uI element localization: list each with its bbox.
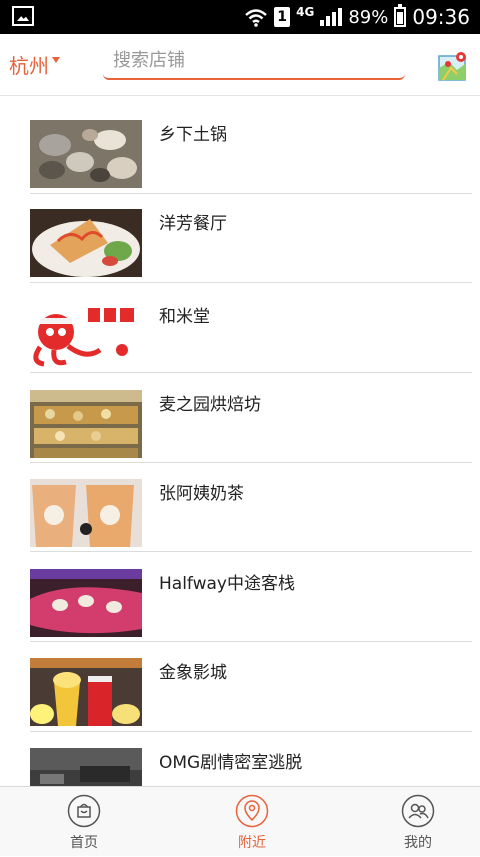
store-thumbnail bbox=[30, 658, 142, 726]
dropdown-arrow-icon[interactable] bbox=[52, 57, 60, 63]
store-name: 乡下土锅 bbox=[159, 125, 227, 145]
battery-icon bbox=[394, 4, 407, 27]
search-input[interactable] bbox=[103, 48, 413, 73]
wifi-icon bbox=[245, 9, 267, 27]
city-selector[interactable]: 杭州 bbox=[9, 50, 49, 79]
store-thumbnail bbox=[30, 479, 142, 547]
store-thumbnail bbox=[30, 209, 142, 277]
list-item[interactable]: 和米堂 bbox=[0, 278, 480, 370]
store-name: 洋芳餐厅 bbox=[159, 214, 227, 234]
store-thumbnail bbox=[30, 569, 142, 637]
battery-level: 89% bbox=[348, 6, 389, 28]
store-name: 麦之园烘焙坊 bbox=[159, 395, 261, 415]
store-thumbnail bbox=[30, 120, 142, 188]
top-bar: 杭州 bbox=[0, 34, 480, 96]
store-name: OMG剧情密室逃脱 bbox=[159, 753, 303, 773]
store-name: Halfway中途客栈 bbox=[159, 574, 295, 594]
people-icon bbox=[401, 794, 435, 828]
tab-label: 首页 bbox=[70, 835, 98, 851]
tab-label: 我的 bbox=[404, 835, 432, 851]
tab-mine[interactable]: 我的 bbox=[338, 787, 480, 857]
store-name: 和米堂 bbox=[159, 307, 210, 327]
store-thumbnail bbox=[30, 390, 142, 458]
list-item[interactable]: OMG剧情密室逃脱 bbox=[0, 724, 480, 786]
search-box[interactable] bbox=[103, 48, 413, 80]
sim-indicator: 1 bbox=[274, 7, 291, 27]
network-type: 4G bbox=[296, 5, 315, 19]
store-name: 金象影城 bbox=[159, 663, 227, 683]
bag-icon bbox=[67, 794, 101, 828]
location-pin-icon bbox=[235, 794, 269, 828]
list-item[interactable]: 洋芳餐厅 bbox=[0, 185, 480, 277]
tab-label: 附近 bbox=[238, 835, 266, 851]
store-list: 乡下土锅 洋芳餐厅 和米堂 麦之园烘焙坊 张阿姨奶茶 Halfway中途客栈 金… bbox=[0, 96, 480, 786]
status-bar: 1 4G 89% 09:36 bbox=[0, 0, 480, 34]
list-item[interactable]: 张阿姨奶茶 bbox=[0, 455, 480, 547]
store-name: 张阿姨奶茶 bbox=[159, 484, 244, 504]
map-icon[interactable] bbox=[437, 50, 469, 82]
store-thumbnail bbox=[30, 748, 142, 786]
signal-icon bbox=[320, 8, 343, 26]
list-item[interactable]: 金象影城 bbox=[0, 634, 480, 726]
clock: 09:36 bbox=[412, 5, 470, 29]
tab-nearby[interactable]: 附近 bbox=[172, 787, 332, 857]
store-thumbnail bbox=[30, 302, 142, 370]
tab-home[interactable]: 首页 bbox=[4, 787, 164, 857]
list-item[interactable]: 乡下土锅 bbox=[0, 96, 480, 188]
list-item[interactable]: 麦之园烘焙坊 bbox=[0, 366, 480, 458]
bottom-tab-bar: 首页 附近 我的 bbox=[0, 786, 480, 856]
list-item[interactable]: Halfway中途客栈 bbox=[0, 545, 480, 637]
gallery-icon bbox=[12, 6, 34, 26]
